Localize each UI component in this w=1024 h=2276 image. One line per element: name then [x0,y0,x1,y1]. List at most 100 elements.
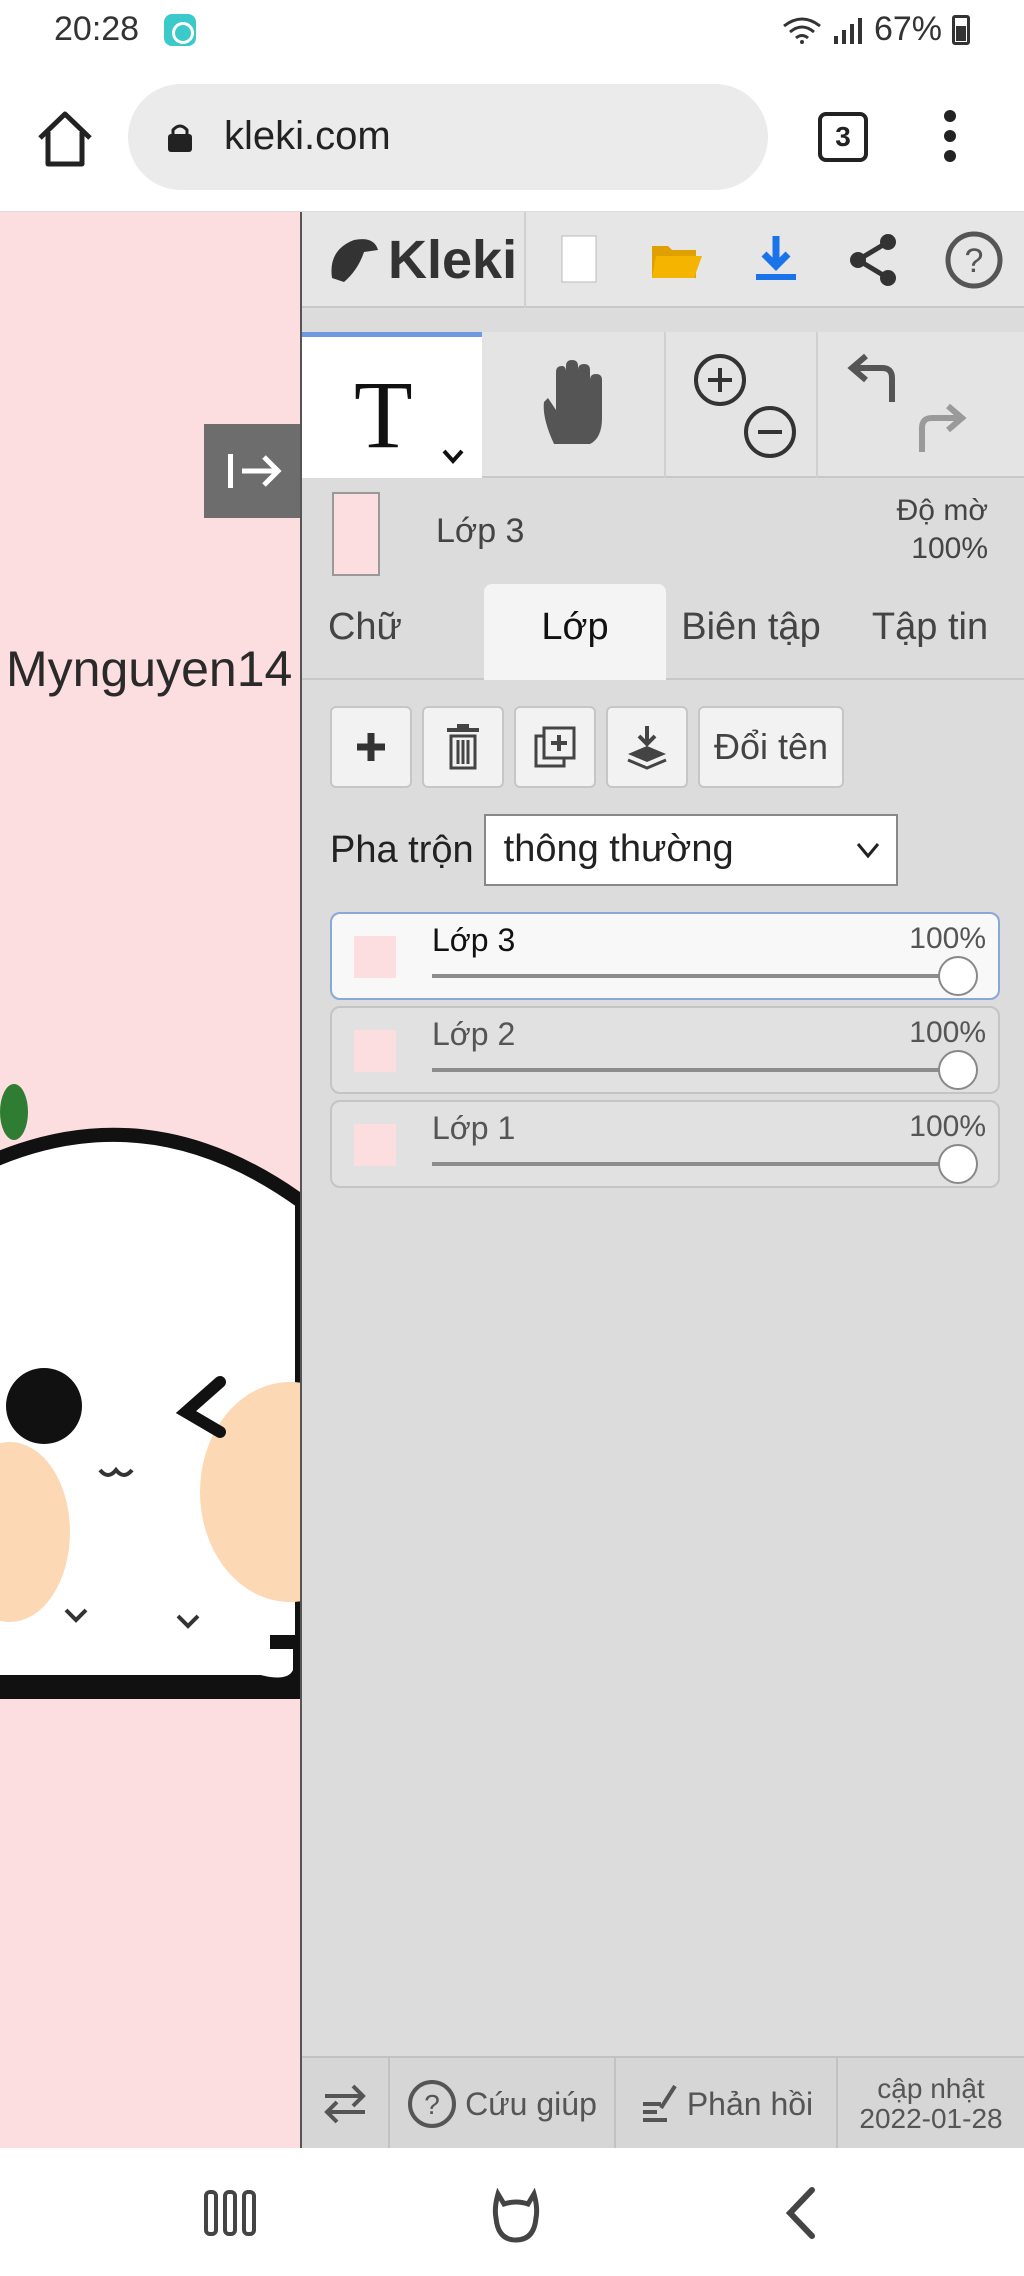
side-panel: Kleki ? T Lớp 3 Độ mờ 100% Chữ Lớp Biên … [302,212,1024,2150]
svg-text:?: ? [965,242,984,280]
blend-mode-select[interactable]: thông thường [483,814,898,886]
help-label: Cứu giúp [465,2085,597,2122]
home-nav-icon[interactable] [476,2178,556,2248]
layer-opacity-handle[interactable] [938,1144,978,1184]
layer-opacity-handle[interactable] [938,1050,978,1090]
help-icon: ? [408,2080,457,2128]
signal-icon [833,17,862,44]
chevron-down-icon [442,449,464,464]
layer-opacity: 100% [909,1110,986,1143]
kleki-logo: Kleki [324,224,517,296]
open-folder-icon[interactable] [646,230,706,290]
layer-name: Lớp 1 [432,1110,516,1146]
home-icon[interactable] [30,104,100,174]
collapse-panel-button[interactable] [204,424,300,518]
battery-percent: 67% [873,10,942,48]
layer-thumbnail [354,1030,396,1072]
feedback-button[interactable]: Phản hồi [616,2058,838,2150]
url-text: kleki.com [224,114,391,158]
share-icon[interactable] [844,230,904,290]
layer-actions: Đổi tên [330,706,845,788]
current-layer-thumbnail [332,492,380,576]
swap-icon [324,2084,366,2124]
update-label: cập nhật [877,2073,985,2104]
drawing-canvas[interactable]: Mynguyen14 [0,212,302,2148]
feedback-icon [642,2084,677,2122]
panel-footer: ? Cứu giúp Phản hồi cập nhật 2022-01-28 [302,2056,1024,2150]
address-bar[interactable]: kleki.com [128,84,768,190]
tool-row: T [302,332,1024,478]
zoom-in-icon[interactable] [692,352,748,408]
status-right: 67% [782,10,970,49]
tabs-button[interactable]: 3 [818,112,868,162]
chevron-down-icon [856,843,879,859]
system-nav-bar [0,2148,1024,2276]
layer-item[interactable]: Lớp 1 100% [330,1100,1000,1188]
blend-mode-row: Pha trộn thông thường [330,814,898,886]
layer-name: Lớp 3 [432,922,516,958]
layer-name: Lớp 2 [432,1016,516,1052]
hand-tool-button[interactable] [482,332,666,478]
menu-icon[interactable] [930,102,970,172]
app-top-bar: Kleki ? [302,212,1024,308]
kleki-bird-icon [331,239,378,282]
update-date: 2022-01-28 [859,2103,1003,2134]
recent-apps-icon[interactable] [190,2178,270,2248]
layer-opacity-handle[interactable] [938,956,978,996]
status-bar: 20:28 67% [0,0,1024,62]
layer-thumbnail [354,1124,396,1166]
text-tool-label: T [354,361,413,468]
status-time: 20:28 [54,10,140,48]
add-layer-button[interactable] [330,706,412,788]
zoom-out-icon[interactable] [742,404,798,460]
tab-layers[interactable]: Lớp [484,584,666,680]
hand-icon [543,360,602,444]
layer-opacity-slider[interactable] [432,1068,958,1072]
collapse-panel-icon [228,454,282,488]
layer-opacity: 100% [909,922,986,955]
layer-item[interactable]: Lớp 3 100% [330,912,1000,1000]
merge-down-icon [627,726,667,770]
delete-layer-button[interactable] [422,706,504,788]
opacity-value: 100% [911,532,988,565]
layer-thumbnail [354,936,396,978]
layer-item[interactable]: Lớp 2 100% [330,1006,1000,1094]
redo-icon[interactable] [912,402,972,458]
duplicate-layer-icon [534,726,576,768]
duplicate-layer-button[interactable] [514,706,596,788]
battery-icon [952,14,970,45]
opacity-label: Độ mờ [896,494,988,527]
wifi-icon [783,17,821,44]
app-notification-icon [164,14,196,46]
download-icon[interactable] [746,230,806,290]
zoom-tools [666,332,818,478]
undo-icon[interactable] [842,352,902,408]
current-layer-name: Lớp 3 [436,512,525,550]
tab-edit[interactable]: Biên tập [666,584,836,680]
lock-icon [168,124,192,152]
svg-text:?: ? [424,2089,440,2120]
blend-label: Pha trộn [330,828,474,871]
layer-opacity: 100% [909,1016,986,1049]
layer-list: Lớp 3 100% Lớp 2 100% Lớp 1 100% [330,912,1000,1194]
layer-opacity-slider[interactable] [432,974,958,978]
swap-side-button[interactable] [302,2058,390,2150]
tab-text[interactable]: Chữ [302,584,428,680]
current-layer-opacity: Độ mờ 100% [897,492,988,568]
history-tools [818,332,1024,478]
add-layer-icon [357,733,385,761]
text-tool-button[interactable]: T [302,332,482,478]
blend-mode-value: thông thường [503,828,734,870]
update-info[interactable]: cập nhật 2022-01-28 [838,2058,1024,2150]
back-icon[interactable] [766,2178,846,2248]
browser-toolbar: kleki.com 3 [0,62,1024,212]
new-image-icon[interactable] [548,230,608,290]
layer-opacity-slider[interactable] [432,1162,958,1166]
feedback-label: Phản hồi [686,2085,814,2122]
merge-down-button[interactable] [606,706,688,788]
rename-layer-button[interactable]: Đổi tên [698,706,845,788]
help-icon[interactable]: ? [944,230,1004,290]
tab-file[interactable]: Tập tin [836,584,1024,680]
delete-layer-icon [447,724,479,770]
help-button[interactable]: ? Cứu giúp [390,2058,616,2150]
